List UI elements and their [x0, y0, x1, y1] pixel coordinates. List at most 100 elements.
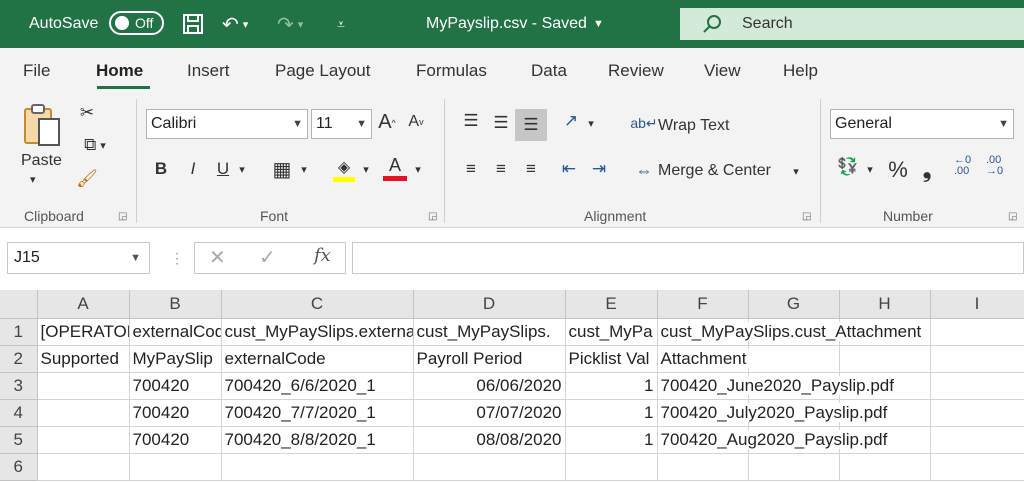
column-header[interactable]: H — [839, 290, 931, 319]
cell-e4[interactable]: 1 — [565, 399, 658, 427]
decrease-decimal-button[interactable]: .00 →0 — [986, 155, 1012, 177]
cell-i4[interactable] — [930, 399, 1024, 427]
paste-dropdown-icon[interactable]: ▾ — [30, 173, 36, 186]
column-header[interactable]: E — [565, 290, 658, 319]
paste-icon[interactable] — [20, 101, 64, 151]
customize-qat-icon[interactable]: ⩡ — [337, 0, 345, 48]
cell-a3[interactable] — [37, 372, 130, 400]
column-header[interactable]: F — [657, 290, 749, 319]
cell-b1[interactable]: externalCode — [129, 318, 222, 346]
column-header[interactable]: G — [748, 290, 840, 319]
cell-i3[interactable] — [930, 372, 1024, 400]
tab-help[interactable]: Help — [783, 61, 818, 81]
copy-icon[interactable]: ⧉ ▾ — [75, 135, 115, 155]
cell-b2[interactable]: MyPaySlip — [129, 345, 222, 373]
cell-e3[interactable]: 1 — [565, 372, 658, 400]
cell-i2[interactable] — [930, 345, 1024, 373]
cell-f6[interactable] — [657, 453, 749, 481]
row-header[interactable]: 6 — [0, 453, 38, 481]
document-title[interactable]: MyPayslip.csv - Saved ▼ — [426, 0, 604, 48]
row-header[interactable]: 4 — [0, 399, 38, 427]
italic-button[interactable]: I — [182, 159, 204, 179]
cell-i6[interactable] — [930, 453, 1024, 481]
tab-view[interactable]: View — [704, 61, 741, 81]
cell-i1[interactable] — [930, 318, 1024, 346]
column-header[interactable]: B — [129, 290, 222, 319]
cell-d6[interactable] — [413, 453, 566, 481]
tab-page-layout[interactable]: Page Layout — [275, 61, 370, 81]
cell-f4[interactable]: 700420_July2020_Payslip.pdf — [657, 399, 890, 427]
cell-i5[interactable] — [930, 426, 1024, 454]
cell-a1[interactable]: [OPERATOR] — [37, 318, 130, 346]
cell-g2[interactable] — [748, 345, 840, 373]
cell-a4[interactable] — [37, 399, 130, 427]
number-launcher-icon[interactable]: ◲ — [1008, 211, 1017, 222]
orientation-icon[interactable]: ↗ — [558, 111, 584, 131]
cell-d5[interactable]: 08/08/2020 — [413, 426, 566, 454]
redo-icon[interactable]: ↷ ▾ — [277, 0, 303, 48]
wrap-text-button[interactable]: Wrap Text — [658, 117, 729, 135]
row-header[interactable]: 5 — [0, 426, 38, 454]
cell-e5[interactable]: 1 — [565, 426, 658, 454]
tab-insert[interactable]: Insert — [187, 61, 230, 81]
name-box[interactable]: J15 ▼ — [7, 242, 150, 274]
merge-dropdown-icon[interactable]: ▾ — [790, 165, 802, 178]
merge-center-icon[interactable]: ⇔ — [632, 161, 656, 181]
cell-e1[interactable]: cust_MyPa — [565, 318, 658, 346]
cell-c1[interactable]: cust_MyPaySlips.externalCode — [221, 318, 414, 346]
enter-icon[interactable]: ✓ — [259, 245, 276, 270]
merge-center-button[interactable]: Merge & Center — [658, 162, 771, 180]
decrease-indent-icon[interactable]: ⇤ — [556, 159, 582, 179]
cell-g6[interactable] — [748, 453, 840, 481]
cell-c3[interactable]: 700420_6/6/2020_1 — [221, 372, 414, 400]
increase-indent-icon[interactable]: ⇥ — [586, 159, 612, 179]
cell-c4[interactable]: 700420_7/7/2020_1 — [221, 399, 414, 427]
percent-style-button[interactable]: % — [886, 157, 910, 183]
increase-font-size-button[interactable]: A ^ — [376, 111, 398, 134]
align-right-icon[interactable]: ≡ — [518, 159, 544, 179]
cell-c2[interactable]: externalCode — [221, 345, 414, 373]
bold-button[interactable]: B — [150, 159, 172, 179]
decrease-font-size-button[interactable]: Av — [405, 113, 427, 131]
cell-a5[interactable] — [37, 426, 130, 454]
insert-function-icon[interactable]: fx — [314, 245, 331, 266]
search-box[interactable]: Search — [680, 8, 1024, 40]
cell-h6[interactable] — [839, 453, 931, 481]
borders-icon[interactable]: ▦ — [270, 157, 294, 182]
paste-label[interactable]: Paste — [21, 152, 62, 170]
wrap-text-icon[interactable]: ab↵ — [630, 115, 657, 132]
cell-b3[interactable]: 700420 — [129, 372, 222, 400]
increase-decimal-button[interactable]: ←0 .00 — [954, 155, 980, 177]
align-left-icon[interactable]: ≡ — [458, 159, 484, 179]
cell-d4[interactable]: 07/07/2020 — [413, 399, 566, 427]
cell-a6[interactable] — [37, 453, 130, 481]
cell-b5[interactable]: 700420 — [129, 426, 222, 454]
accounting-dropdown-icon[interactable]: ▾ — [864, 163, 876, 176]
cell-d1[interactable]: cust_MyPaySlips. — [413, 318, 566, 346]
column-header[interactable]: D — [413, 290, 566, 319]
align-top-icon[interactable]: ☰ — [458, 111, 484, 131]
cell-d2[interactable]: Payroll Period — [413, 345, 566, 373]
save-icon[interactable] — [182, 0, 204, 48]
cell-f2[interactable]: Attachment — [657, 345, 749, 373]
cut-icon[interactable]: ✂ — [77, 103, 97, 123]
cell-h2[interactable] — [839, 345, 931, 373]
cell-b4[interactable]: 700420 — [129, 399, 222, 427]
fill-color-dropdown-icon[interactable]: ▾ — [360, 163, 372, 176]
cell-b6[interactable] — [129, 453, 222, 481]
column-header[interactable]: I — [930, 290, 1024, 319]
cancel-icon[interactable]: ✕ — [209, 245, 226, 270]
formula-input[interactable] — [352, 242, 1024, 274]
font-color-dropdown-icon[interactable]: ▾ — [412, 163, 424, 176]
font-color-icon[interactable]: A — [382, 153, 408, 183]
row-header[interactable]: 2 — [0, 345, 38, 373]
font-family-select[interactable]: Calibri ▼ — [146, 109, 308, 139]
cell-c6[interactable] — [221, 453, 414, 481]
number-format-select[interactable]: General ▼ — [830, 109, 1014, 139]
column-header[interactable]: C — [221, 290, 414, 319]
tab-data[interactable]: Data — [531, 61, 567, 81]
borders-dropdown-icon[interactable]: ▾ — [298, 163, 310, 176]
align-middle-icon[interactable]: ☰ — [488, 113, 514, 133]
comma-style-button[interactable]: ❟ — [918, 157, 936, 183]
drag-handle-icon[interactable]: ⋮ — [170, 250, 184, 267]
